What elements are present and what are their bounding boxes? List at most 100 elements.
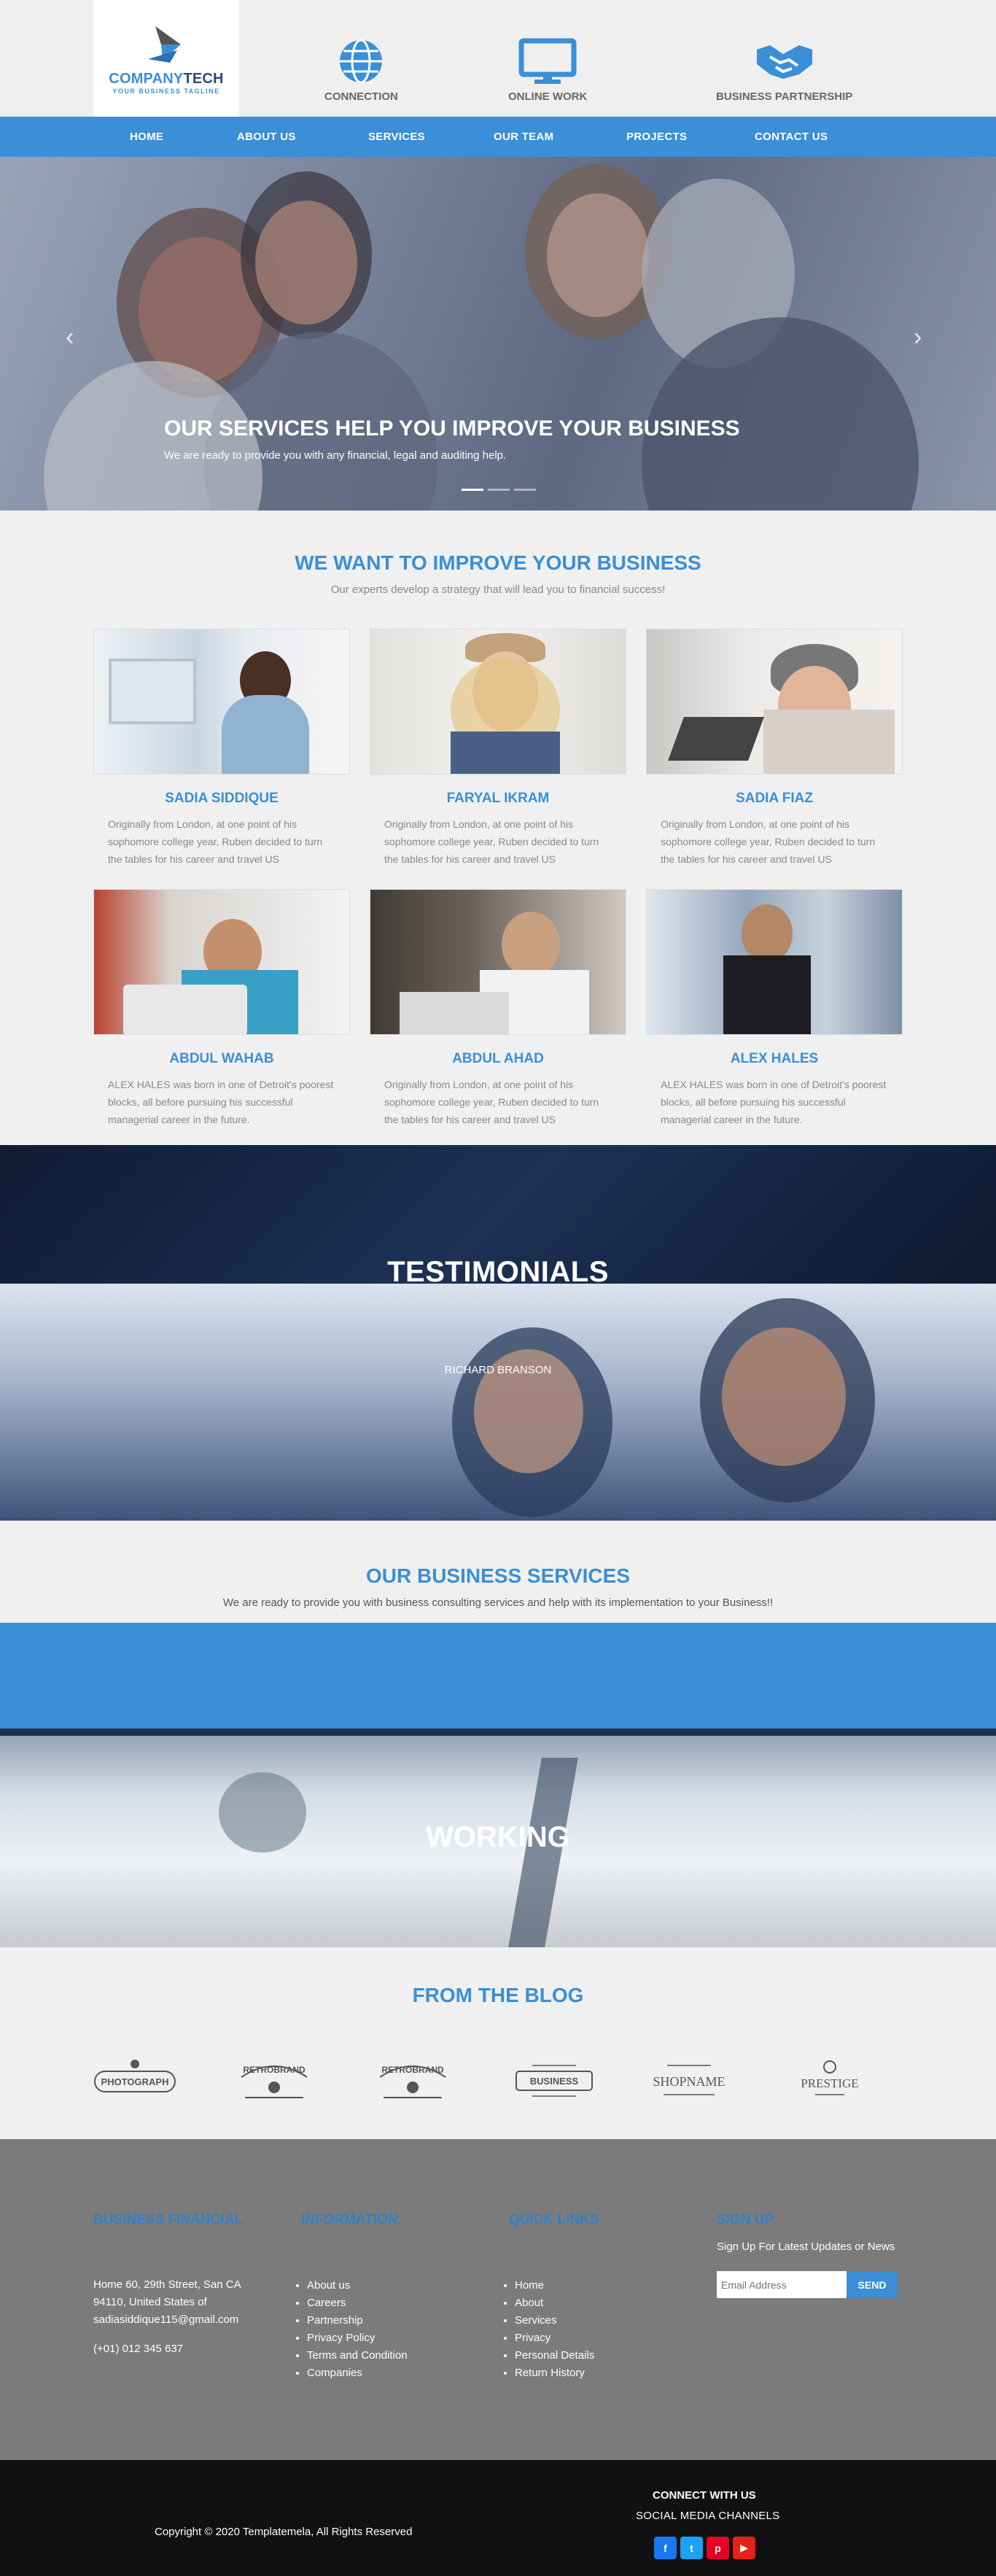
logo-tagline: YOUR BUSINESS TAGLINE — [112, 87, 220, 95]
footer-col3-title: QUICK LINKS — [509, 2212, 599, 2227]
team-photo — [646, 889, 903, 1035]
member-name: FARYAL IKRAM — [446, 791, 550, 806]
team-section: WE WANT TO IMPROVE YOUR BUSINESS Our exp… — [0, 511, 996, 1145]
footer-link[interactable]: Companies — [307, 2364, 408, 2382]
team-card[interactable]: ABDUL WAHAB ALEX HALES was born in one o… — [93, 889, 350, 1128]
email-signup-input[interactable] — [717, 2271, 847, 2298]
slider-next-arrow-icon[interactable]: › — [914, 323, 922, 352]
nav-projects[interactable]: PROJECTS — [626, 131, 687, 143]
feature-connection[interactable]: CONNECTION — [324, 38, 398, 103]
globe-icon — [340, 39, 383, 84]
twitter-icon[interactable]: t — [680, 2537, 703, 2559]
footer-link[interactable]: Terms and Condition — [307, 2347, 408, 2364]
slider-dot[interactable] — [462, 489, 483, 491]
slider-prev-arrow-icon[interactable]: ‹ — [66, 323, 74, 352]
copyright-text: Copyright © 2020 Templatemela, All Right… — [155, 2526, 413, 2538]
brand-logo[interactable]: PHOTOGRAPH — [91, 2048, 179, 2114]
team-photo — [93, 889, 350, 1035]
hero-text: We are ready to provide you with any fin… — [164, 449, 507, 462]
footer-link[interactable]: Privacy — [515, 2329, 594, 2347]
brand-logo-text: RETROBRAND — [381, 2065, 444, 2075]
hero-title: OUR SERVICES HELP YOU IMPROVE YOUR BUSIN… — [164, 416, 740, 441]
footer-link[interactable]: Personal Details — [515, 2347, 594, 2364]
team-subtitle: Our experts develop a strategy that will… — [330, 583, 666, 596]
footer-info-links: About us Careers Partnership Privacy Pol… — [294, 2277, 408, 2382]
team-card[interactable]: ABDUL AHAD Originally from London, at on… — [370, 889, 626, 1128]
working-title: WORKING — [426, 1821, 570, 1853]
send-button[interactable]: SEND — [847, 2271, 898, 2298]
footer-address: Home 60, 29th Street, San CA 94110, Unit… — [93, 2278, 241, 2308]
member-bio: Originally from London, at one point of … — [384, 818, 599, 865]
feature-label: CONNECTION — [324, 90, 398, 103]
social-title: SOCIAL MEDIA CHANNELS — [636, 2510, 780, 2522]
testimonials-section: TESTIMONIALS RICHARD BRANSON — [0, 1145, 996, 1521]
handshake-icon — [756, 45, 812, 79]
footer-link[interactable]: Home — [515, 2277, 594, 2294]
footer-link[interactable]: Services — [515, 2312, 594, 2329]
brand-logo[interactable]: PRESTIGE — [786, 2048, 874, 2114]
footer-col4-title: SIGN UP — [717, 2212, 774, 2227]
member-name: ABDUL AHAD — [452, 1051, 544, 1066]
connect-title: CONNECT WITH US — [653, 2489, 756, 2502]
member-name: ABDUL WAHAB — [169, 1051, 274, 1066]
youtube-icon[interactable]: ▶ — [733, 2537, 755, 2559]
team-card[interactable]: SADIA FIAZ Originally from London, at on… — [646, 629, 903, 868]
team-photo — [93, 629, 350, 775]
logo[interactable]: COMPANYTECH YOUR BUSINESS TAGLINE — [93, 0, 239, 117]
footer-link[interactable]: Return History — [515, 2364, 594, 2382]
brand-logo-text: RETROBRAND — [243, 2065, 306, 2075]
footer-link[interactable]: Partnership — [307, 2312, 408, 2329]
team-photo — [370, 629, 626, 775]
brand-logo[interactable]: RETROBRAND — [369, 2048, 456, 2114]
services-subtitle: We are ready to provide you with busines… — [222, 1597, 774, 1609]
footer-email[interactable]: sadiasiddique115@gmail.com — [93, 2311, 238, 2329]
brand-logo[interactable]: SHOPNAME — [645, 2048, 733, 2114]
nav-home[interactable]: HOME — [130, 131, 163, 143]
footer-link[interactable]: About — [515, 2294, 594, 2312]
team-card[interactable]: ALEX HALES ALEX HALES was born in one of… — [646, 889, 903, 1128]
services-title: OUR BUSINESS SERVICES — [365, 1564, 631, 1587]
member-name: SADIA FIAZ — [736, 791, 813, 806]
footer-col1-title: BUSINESS FINANCIAL — [93, 2212, 243, 2227]
brand-logo-text: SHOPNAME — [653, 2074, 725, 2089]
bottom-bar: Copyright © 2020 Templatemela, All Right… — [0, 2460, 996, 2576]
feature-online-work[interactable]: ONLINE WORK — [508, 38, 587, 103]
feature-business-partnership[interactable]: BUSINESS PARTNERSHIP — [716, 38, 852, 103]
facebook-icon[interactable]: f — [654, 2537, 677, 2559]
footer-phone[interactable]: (+01) 012 345 637 — [93, 2340, 183, 2358]
team-card[interactable]: SADIA SIDDIQUE Originally from London, a… — [93, 629, 350, 868]
services-section: OUR BUSINESS SERVICES We are ready to pr… — [0, 1521, 996, 1623]
footer-link[interactable]: Careers — [307, 2294, 408, 2312]
team-photo — [370, 889, 626, 1035]
feature-label: ONLINE WORK — [508, 90, 588, 103]
pinterest-icon[interactable]: p — [707, 2537, 729, 2559]
slider-dots — [462, 489, 536, 491]
brand-logo-text: BUSINESS — [530, 2076, 579, 2087]
brand-logo[interactable]: RETROBRAND — [230, 2048, 318, 2114]
slider-dot[interactable] — [514, 489, 536, 491]
testimonial-author: RICHARD BRANSON — [444, 1364, 552, 1376]
footer-link[interactable]: Privacy Policy — [307, 2329, 408, 2347]
logo-mark-icon — [148, 26, 181, 63]
footer-link[interactable]: About us — [307, 2277, 408, 2294]
member-bio: Originally from London, at one point of … — [661, 818, 876, 865]
member-bio: ALEX HALES was born in one of Detroit's … — [108, 1079, 334, 1125]
footer-quick-links: Home About Services Privacy Personal Det… — [502, 2277, 594, 2382]
footer-col2-title: INFORMATION — [301, 2212, 398, 2227]
member-bio: Originally from London, at one point of … — [384, 1079, 599, 1125]
nav-contact-us[interactable]: CONTACT US — [755, 131, 828, 143]
feature-label: BUSINESS PARTNERSHIP — [716, 90, 853, 103]
brand-logo-text: PHOTOGRAPH — [101, 2076, 169, 2087]
logo-name: COMPANYTECH — [109, 70, 224, 87]
member-name: SADIA SIDDIQUE — [165, 791, 279, 806]
nav-our-team[interactable]: OUR TEAM — [494, 131, 553, 143]
team-card[interactable]: FARYAL IKRAM Originally from London, at … — [370, 629, 626, 868]
working-section: WORKING — [0, 1729, 996, 1947]
hero-slider: ‹ › OUR SERVICES HELP YOU IMPROVE YOUR B… — [0, 157, 996, 511]
brand-logo[interactable]: BUSINESS — [510, 2048, 598, 2114]
nav-services[interactable]: SERVICES — [368, 131, 425, 143]
member-name: ALEX HALES — [730, 1051, 819, 1066]
footer: BUSINESS FINANCIAL Home 60, 29th Street,… — [0, 2139, 996, 2460]
nav-about-us[interactable]: ABOUT US — [237, 131, 296, 143]
slider-dot[interactable] — [488, 489, 510, 491]
